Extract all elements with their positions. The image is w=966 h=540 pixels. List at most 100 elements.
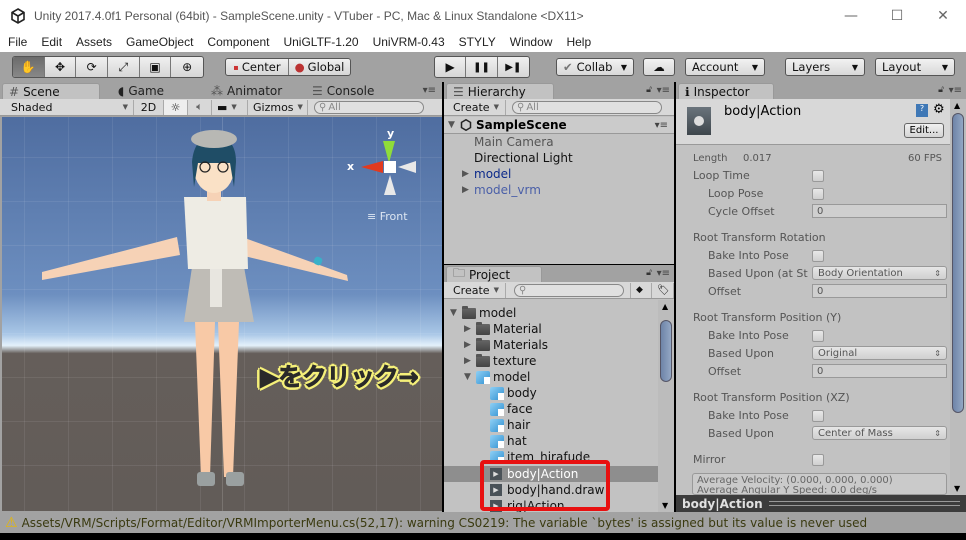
tab-project[interactable]: 🗀︎ Project (446, 266, 542, 282)
tab-game[interactable]: ◖ Game (112, 83, 164, 99)
posxz-based-dropdown[interactable]: Center of Mass ⇕ (812, 426, 947, 440)
step-button[interactable]: ▶❚ (498, 57, 529, 77)
project-item-hat[interactable]: hat (490, 433, 527, 449)
menu-assets[interactable]: Assets (69, 35, 119, 49)
space-global-button[interactable]: ● Global (289, 59, 350, 75)
expand-triangle-icon[interactable]: ▶ (464, 340, 476, 350)
pause-button[interactable]: ❚❚ (466, 57, 498, 77)
lock-icon[interactable]: 🔓︎ (646, 85, 652, 95)
scale-tool-button[interactable]: ⤢ (108, 57, 140, 77)
play-button[interactable]: ▶ (435, 57, 467, 77)
posy-based-dropdown[interactable]: Original ⇕ (812, 346, 947, 360)
lighting-toggle[interactable]: ☼ (164, 99, 188, 115)
hierarchy-item-main-camera[interactable]: Main Camera (474, 134, 554, 150)
rot-based-dropdown[interactable]: Body Orientation ⇕ (812, 266, 947, 280)
project-scrollbar[interactable]: ▲ ▼ (658, 300, 674, 512)
scroll-down-icon[interactable]: ▼ (662, 501, 668, 510)
drag-handle[interactable] (768, 501, 960, 506)
menu-file[interactable]: File (0, 35, 34, 49)
maximize-button[interactable]: ☐ (874, 0, 920, 32)
scroll-up-icon[interactable]: ▲ (662, 302, 668, 311)
tab-animator[interactable]: ⁂ Animator (205, 83, 282, 99)
scene-menu-icon[interactable]: ▾≡ (655, 120, 668, 131)
layout-dropdown[interactable]: Layout ▼ (875, 58, 955, 76)
menu-unigltf[interactable]: UniGLTF-1.20 (276, 35, 365, 49)
account-dropdown[interactable]: Account ▼ (685, 58, 765, 76)
filter-by-type-button[interactable]: ◆ (630, 282, 652, 298)
project-item-model-prefab[interactable]: ▼ model (464, 369, 530, 385)
audio-toggle[interactable]: 🔈︎ (188, 99, 212, 115)
project-item-face[interactable]: face (490, 401, 533, 417)
loop-pose-checkbox[interactable] (812, 188, 824, 200)
hierarchy-create-button[interactable]: Create ▼ (448, 99, 506, 115)
menu-window[interactable]: Window (503, 35, 560, 49)
gizmo-view-label[interactable]: ≡ Front (367, 210, 408, 223)
inspector-scrollbar[interactable]: ▲ ▼ (950, 99, 966, 495)
tab-scene[interactable]: # Scene (2, 83, 100, 99)
pivot-center-button[interactable]: ▪ Center (226, 59, 289, 75)
menu-styly[interactable]: STYLY (452, 35, 503, 49)
transform-tool-button[interactable]: ⊕ (171, 57, 203, 77)
rot-offset-field[interactable]: 0 (812, 284, 947, 298)
project-item-materials[interactable]: ▶ Materials (464, 337, 548, 353)
2d-toggle[interactable]: 2D (134, 99, 164, 115)
tab-console[interactable]: ☰ Console (306, 83, 374, 99)
expand-triangle-icon[interactable]: ▼ (450, 308, 462, 318)
gizmo-x-arrow[interactable] (361, 161, 383, 173)
menu-edit[interactable]: Edit (34, 35, 69, 49)
project-item-material[interactable]: ▶ Material (464, 321, 542, 337)
panel-menu-icon[interactable]: ▾≡ (657, 268, 670, 279)
status-bar[interactable]: ⚠ Assets/VRM/Scripts/Format/Editor/VRMIm… (0, 512, 966, 533)
expand-triangle-icon[interactable]: ▼ (448, 120, 460, 130)
posxz-bake-checkbox[interactable] (812, 410, 824, 422)
panel-menu-icon[interactable]: ▾≡ (423, 85, 436, 96)
hierarchy-search-input[interactable]: ⚲ All (512, 100, 662, 114)
scrollbar-thumb[interactable] (660, 320, 672, 382)
scroll-up-icon[interactable]: ▲ (954, 101, 960, 110)
menu-component[interactable]: Component (200, 35, 276, 49)
tab-hierarchy[interactable]: ☰ Hierarchy (446, 83, 554, 99)
expand-triangle-icon[interactable]: ▶ (462, 185, 474, 195)
posy-bake-checkbox[interactable] (812, 330, 824, 342)
edit-button[interactable]: Edit... (904, 123, 944, 138)
expand-triangle-icon[interactable]: ▶ (464, 356, 476, 366)
move-tool-button[interactable]: ✥ (45, 57, 77, 77)
hierarchy-item-model[interactable]: ▶ model (462, 166, 511, 182)
project-item-model-folder[interactable]: ▼ model (450, 305, 516, 321)
orientation-gizmo[interactable]: y x ≡ Front (347, 127, 417, 223)
status-message[interactable]: Assets/VRM/Scripts/Format/Editor/VRMImpo… (22, 516, 868, 530)
preview-bar[interactable]: body|Action (676, 495, 966, 512)
gizmo-y-arrow[interactable] (383, 141, 395, 163)
filter-by-label-button[interactable]: 🏷︎ (652, 282, 674, 298)
layers-dropdown[interactable]: Layers ▼ (785, 58, 865, 76)
project-item-hair[interactable]: hair (490, 417, 530, 433)
project-search-input[interactable]: ⚲ (514, 283, 624, 297)
expand-triangle-icon[interactable]: ▶ (464, 324, 476, 334)
project-item-body[interactable]: body (490, 385, 537, 401)
gizmo-neg-y-arrow[interactable] (384, 175, 396, 195)
cycle-offset-field[interactable]: 0 (812, 204, 947, 218)
tab-inspector[interactable]: ℹ Inspector (678, 83, 774, 99)
project-item-texture[interactable]: ▶ texture (464, 353, 536, 369)
hierarchy-item-model-vrm[interactable]: ▶ model_vrm (462, 182, 541, 198)
cloud-button[interactable]: ☁ (643, 58, 675, 76)
minimize-button[interactable]: — (828, 0, 874, 32)
shading-mode-dropdown[interactable]: Shaded ▼ (6, 99, 134, 115)
project-create-button[interactable]: Create ▼ (448, 282, 506, 298)
posy-offset-field[interactable]: 0 (812, 364, 947, 378)
close-button[interactable]: ✕ (920, 0, 966, 32)
lock-icon[interactable]: 🔓︎ (646, 268, 652, 278)
scene-viewport[interactable]: y x ≡ Front ▶をクリック→ (2, 117, 442, 511)
scene-search-input[interactable]: ⚲ All (314, 100, 424, 114)
collab-button[interactable]: ✔ Collab ▼ (556, 58, 634, 76)
menu-gameobject[interactable]: GameObject (119, 35, 200, 49)
menu-univrm[interactable]: UniVRM-0.43 (366, 35, 452, 49)
scrollbar-thumb[interactable] (952, 113, 964, 413)
expand-triangle-icon[interactable]: ▶ (462, 169, 474, 179)
hand-tool-button[interactable]: ✋ (13, 57, 45, 77)
help-icon[interactable]: ? (916, 104, 928, 117)
effects-dropdown[interactable]: ▬ ▼ (212, 99, 248, 115)
menu-help[interactable]: Help (559, 35, 598, 49)
expand-triangle-icon[interactable]: ▼ (464, 372, 476, 382)
rect-tool-button[interactable]: ▣ (140, 57, 172, 77)
